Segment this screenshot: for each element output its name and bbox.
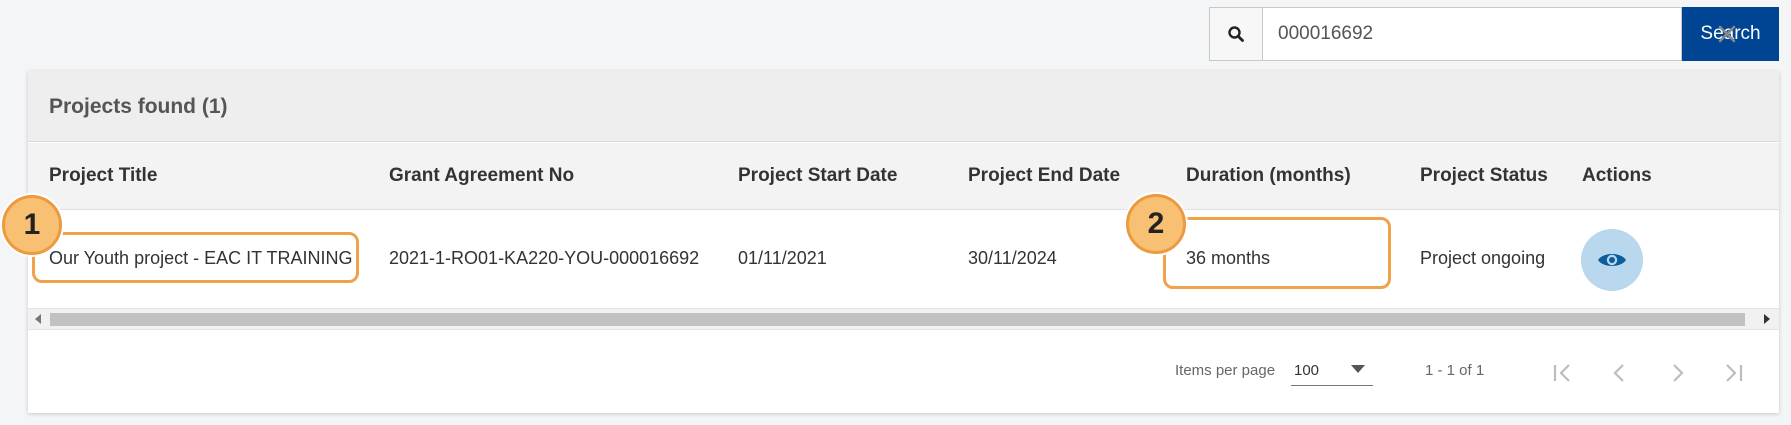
column-header-status[interactable]: Project Status bbox=[1420, 165, 1548, 187]
search-bar: Search bbox=[1209, 7, 1779, 61]
search-icon[interactable] bbox=[1209, 7, 1262, 61]
column-header-end-date[interactable]: Project End Date bbox=[968, 165, 1120, 187]
items-per-page-value: 100 bbox=[1294, 362, 1320, 379]
chevron-down-icon bbox=[1351, 365, 1365, 373]
callout-badge-1: 1 bbox=[2, 195, 62, 255]
callout-badge-2: 2 bbox=[1126, 194, 1186, 254]
column-header-grant-agreement-no[interactable]: Grant Agreement No bbox=[389, 165, 574, 187]
items-per-page-label: Items per page bbox=[1175, 362, 1276, 379]
highlight-project-title bbox=[32, 232, 359, 283]
horizontal-scrollbar[interactable] bbox=[28, 308, 1779, 330]
previous-page-icon[interactable] bbox=[1602, 355, 1638, 391]
first-page-icon[interactable] bbox=[1544, 355, 1580, 391]
column-header-project-title[interactable]: Project Title bbox=[49, 165, 157, 187]
highlight-duration bbox=[1163, 217, 1391, 289]
items-per-page-select[interactable]: 100 bbox=[1291, 352, 1373, 386]
page-range: 1 - 1 of 1 bbox=[1425, 362, 1485, 379]
table-header: Project Title Grant Agreement No Project… bbox=[28, 143, 1779, 210]
column-header-actions: Actions bbox=[1582, 165, 1652, 186]
last-page-icon[interactable] bbox=[1716, 355, 1752, 391]
column-header-start-date[interactable]: Project Start Date bbox=[738, 165, 897, 187]
cell-status: Project ongoing bbox=[1420, 248, 1546, 268]
card-header: Projects found (1) bbox=[28, 71, 1779, 142]
next-page-icon[interactable] bbox=[1659, 355, 1695, 391]
results-title: Projects found (1) bbox=[49, 95, 228, 118]
search-input[interactable] bbox=[1262, 7, 1682, 61]
cell-end-date: 30/11/2024 bbox=[968, 248, 1057, 268]
view-project-button[interactable] bbox=[1581, 229, 1643, 291]
cell-start-date: 01/11/2021 bbox=[738, 248, 827, 268]
eye-icon bbox=[1598, 254, 1626, 266]
close-icon[interactable] bbox=[1707, 7, 1747, 61]
column-header-duration[interactable]: Duration (months) bbox=[1186, 165, 1351, 187]
cell-grant-agreement-no: 2021-1-RO01-KA220-YOU-000016692 bbox=[389, 248, 700, 268]
scroll-left-icon[interactable] bbox=[32, 313, 44, 325]
scroll-right-icon[interactable] bbox=[1761, 313, 1773, 325]
scrollbar-thumb[interactable] bbox=[50, 313, 1745, 326]
